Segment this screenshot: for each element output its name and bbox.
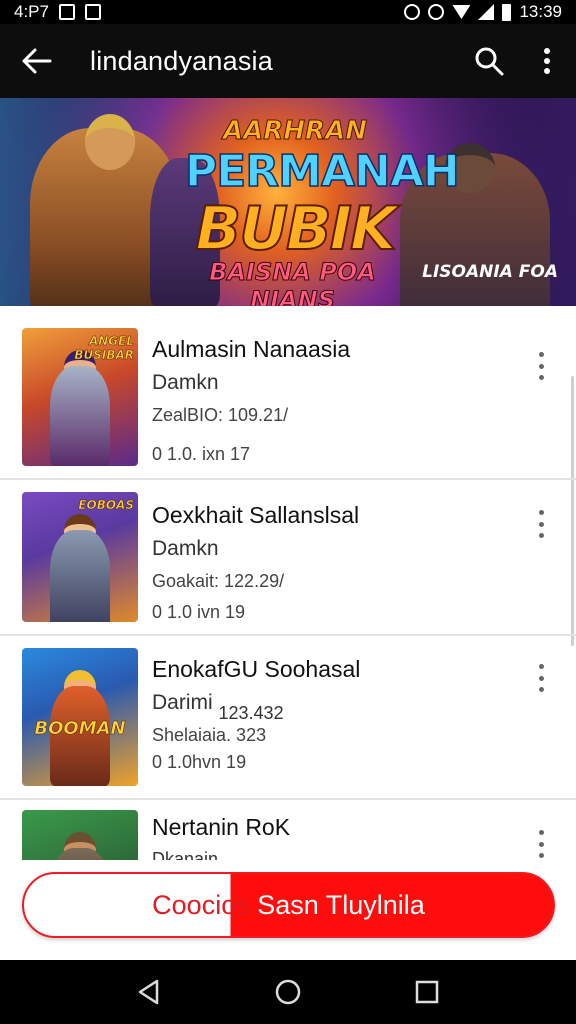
game-list[interactable]: ANGEL BUSIBAR Aulmasin Nanaasia Damkn Ze…: [0, 306, 576, 860]
banner-line-3: BUBIK: [194, 193, 397, 265]
game-age: 0 1.0hvn 19: [152, 752, 247, 772]
nav-home-button[interactable]: [258, 962, 318, 1022]
page-title: lindandyanasia: [90, 45, 273, 76]
nav-recents-button[interactable]: [397, 962, 457, 1022]
cta-label-left: Coocios: [152, 889, 250, 920]
game-thumbnail[interactable]: EOBOAS: [22, 492, 138, 622]
game-developer: Damkn: [152, 537, 219, 560]
notification-x-icon: [58, 4, 75, 20]
home-circle-icon: [275, 979, 301, 1005]
game-name: EnokafGU Soohasal: [152, 656, 361, 682]
list-item[interactable]: ANGEL BUSIBAR Aulmasin Nanaasia Damkn Ze…: [0, 306, 576, 480]
game-size: Shelaiaia. 323: [152, 725, 267, 745]
banner-watermark: LISOANIA FOA: [422, 262, 558, 282]
game-extra-value: 123.432: [218, 703, 284, 723]
signal-icon: [478, 4, 495, 20]
game-name: Oexkhait Sallanslsal: [152, 502, 360, 528]
search-icon: [475, 47, 504, 76]
list-item[interactable]: Nertanin RoK Dkanain: [0, 800, 576, 860]
game-developer: Damkn: [152, 371, 219, 394]
back-arrow-icon: [22, 48, 52, 74]
banner-line-4: BAISNA POA NIANS: [209, 258, 377, 307]
status-time-right: 13:39: [519, 2, 562, 21]
recents-square-icon: [415, 980, 438, 1004]
item-more-button[interactable]: [530, 346, 552, 386]
system-nav-bar: [0, 960, 576, 1024]
back-button[interactable]: [0, 24, 74, 98]
nav-back-button[interactable]: [119, 962, 179, 1022]
item-more-button[interactable]: [530, 824, 552, 860]
status-bar: 4:P7 13:39: [0, 0, 576, 24]
game-developer: Dkanain: [152, 849, 219, 860]
game-age: 0 1.0 ivn 19: [152, 602, 246, 622]
app-bar: lindandyanasia: [0, 24, 576, 98]
banner-line-2: PERMANAH: [184, 145, 460, 198]
item-more-button[interactable]: [530, 504, 552, 544]
game-name: Aulmasin Nanaasia: [152, 336, 351, 362]
list-item[interactable]: BOOMAN EnokafGU Soohasal Darimi 123.432 …: [0, 636, 576, 800]
cta-container: Coocios Sasn Tluylnila: [0, 860, 576, 960]
more-vert-icon: [544, 48, 550, 74]
game-thumbnail[interactable]: BOOMAN: [22, 648, 138, 786]
game-age: 0 1.0. ixn 17: [152, 444, 251, 464]
item-more-button[interactable]: [530, 658, 552, 698]
alarm-icon: [404, 4, 421, 20]
battery-icon: [502, 3, 512, 21]
banner-line-1: AARHRAN: [223, 116, 368, 147]
game-developer: Darimi 123.432: [152, 691, 284, 723]
overflow-menu-button[interactable]: [518, 24, 576, 98]
list-item[interactable]: EOBOAS Oexkhait Sallanslsal Damkn Goakai…: [0, 480, 576, 636]
image-icon: [84, 4, 101, 20]
back-triangle-icon: [139, 979, 159, 1005]
game-name: Nertanin RoK: [152, 814, 291, 840]
game-thumbnail[interactable]: ANGEL BUSIBAR: [22, 328, 138, 466]
wifi-icon: [452, 5, 471, 19]
search-button[interactable]: [460, 24, 518, 98]
status-time-left: 4:P7: [14, 2, 49, 21]
game-size: Goakait: 122.29/: [152, 571, 285, 591]
install-button[interactable]: Coocios Sasn Tluylnila: [22, 872, 555, 938]
cta-label-right: Sasn Tluylnila: [249, 889, 425, 920]
promo-banner[interactable]: AARHRAN PERMANAH BUBIK BAISNA POA NIANS …: [0, 98, 576, 306]
game-size: ZealBIO: 109.21/: [152, 405, 289, 425]
clock-icon: [428, 4, 445, 20]
game-thumbnail[interactable]: [22, 810, 138, 860]
